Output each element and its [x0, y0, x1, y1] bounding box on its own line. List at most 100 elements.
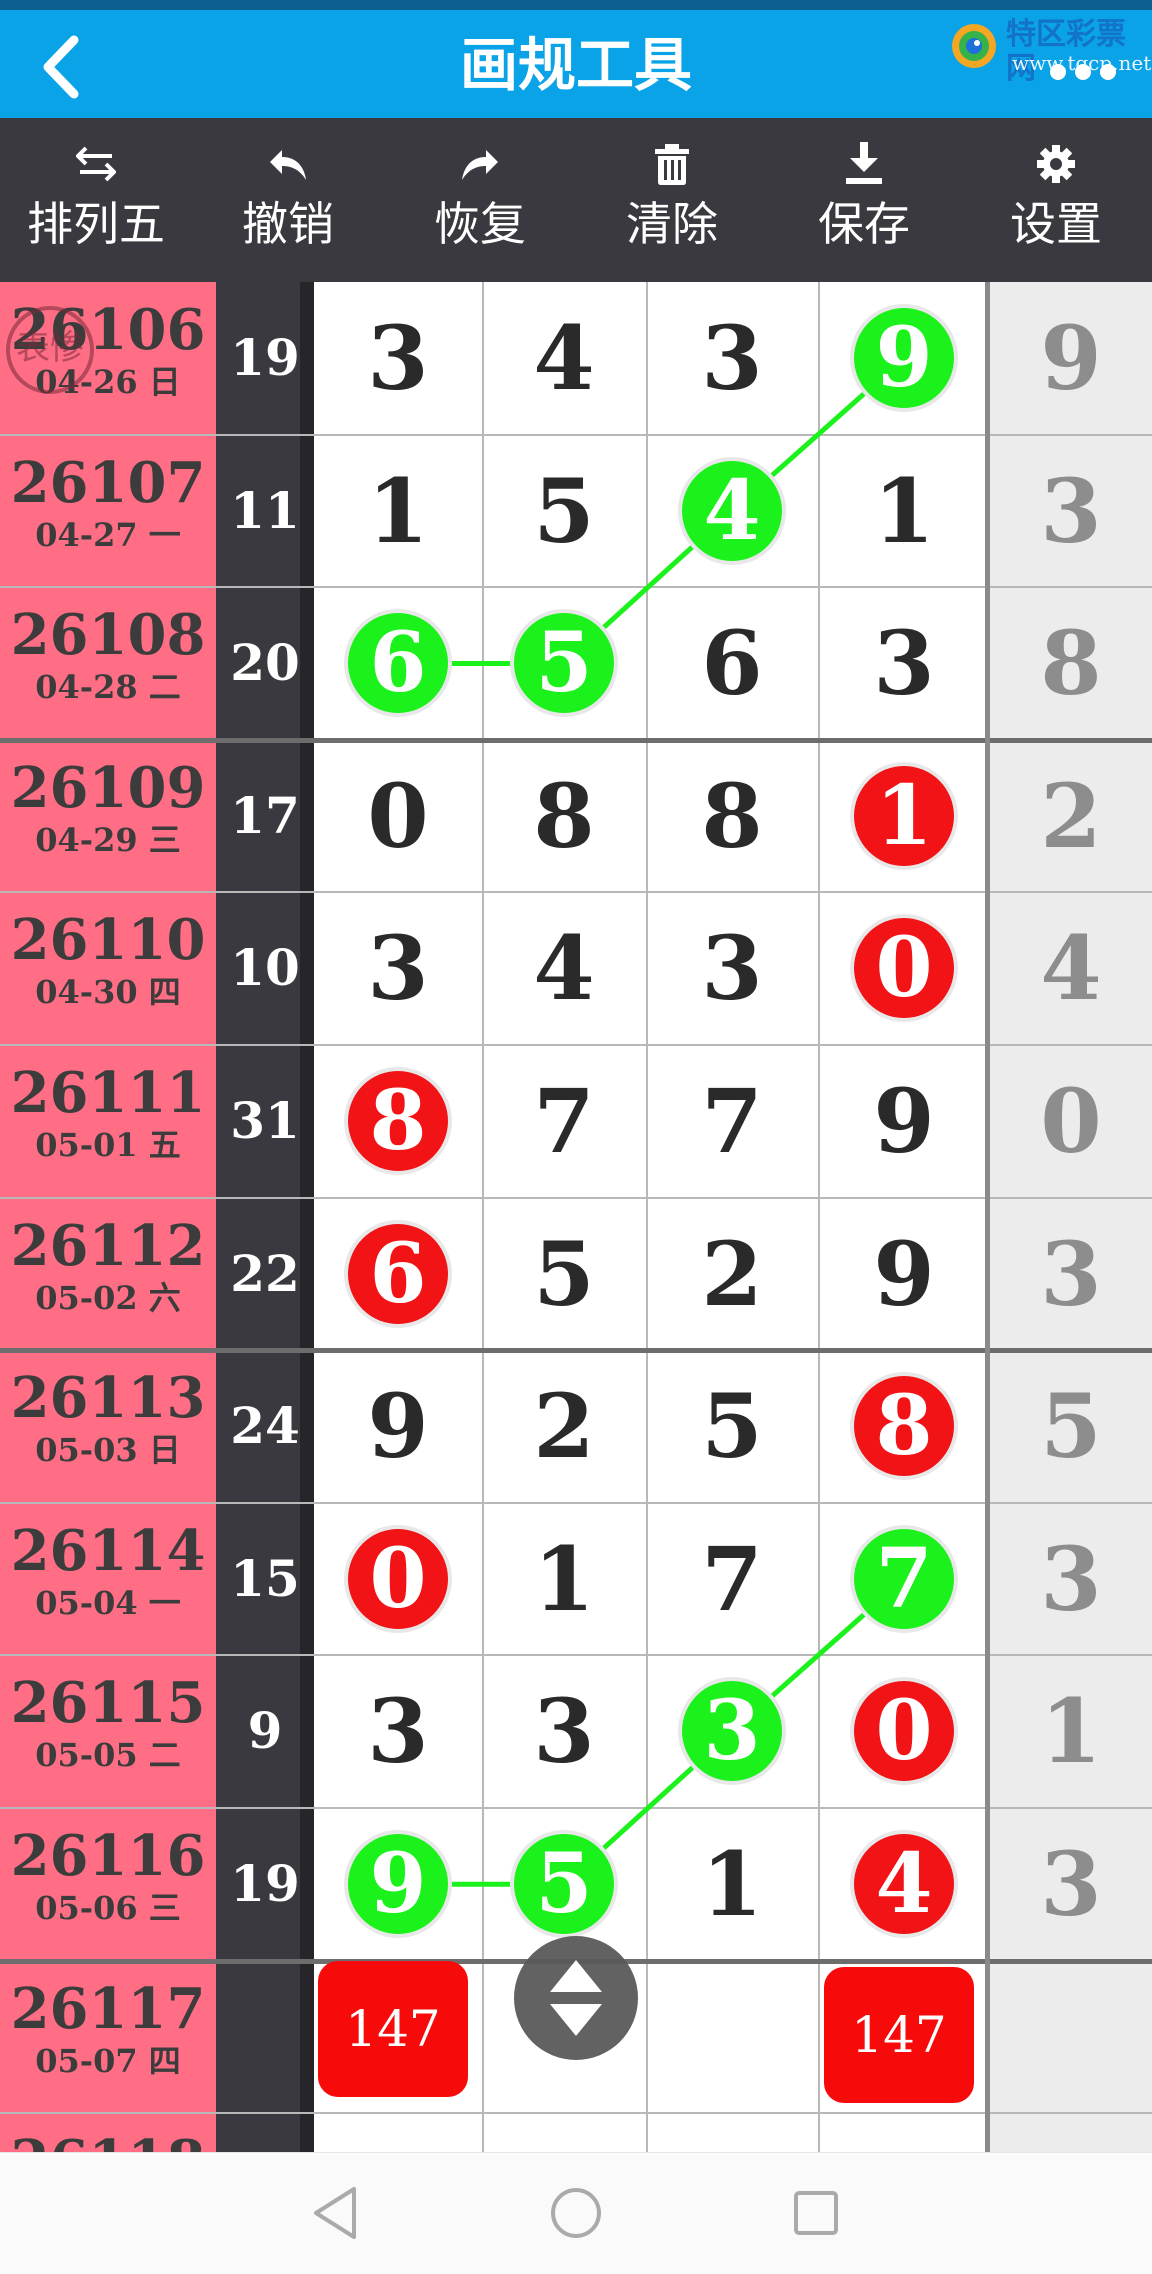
digit-cell[interactable]: [818, 2113, 990, 2152]
digit-value: 7: [533, 1069, 595, 1173]
redo-button[interactable]: 恢复: [384, 118, 576, 282]
digit-cell[interactable]: 1: [818, 435, 990, 587]
digit-cell[interactable]: 6: [314, 1198, 482, 1350]
digit-cell[interactable]: 6: [646, 587, 818, 739]
digit-value: 8: [533, 764, 595, 868]
digit-value: 1: [533, 1527, 595, 1631]
toolbar: 排列五 撤销 恢复 清除 保存 设置: [0, 118, 1152, 282]
digit-cell[interactable]: 6: [314, 587, 482, 739]
digit-cell[interactable]: 4: [818, 1808, 990, 1960]
nav-back-button[interactable]: [304, 2181, 368, 2245]
digit-cell[interactable]: 2: [990, 740, 1152, 892]
digit-cell[interactable]: 9: [818, 282, 990, 434]
digit-cell[interactable]: 3: [646, 1655, 818, 1807]
digit-cell[interactable]: [482, 2113, 646, 2152]
clear-button[interactable]: 清除: [576, 118, 768, 282]
digit-cell[interactable]: 4: [482, 282, 646, 434]
prediction-tag[interactable]: 147: [318, 1961, 468, 2097]
issue-number: 26109: [10, 755, 206, 821]
digit-cell[interactable]: 0: [314, 1503, 482, 1655]
digit-value: 3: [533, 1679, 595, 1783]
digit-sum: 15: [230, 1549, 300, 1608]
digit-cell[interactable]: 7: [646, 1503, 818, 1655]
digit-cell[interactable]: 3: [818, 587, 990, 739]
digit-cell[interactable]: 0: [818, 892, 990, 1044]
digit-cell[interactable]: 5: [482, 435, 646, 587]
digit-cell[interactable]: 3: [482, 1655, 646, 1807]
undo-button[interactable]: 撤销: [192, 118, 384, 282]
digit-cell[interactable]: 3: [990, 1808, 1152, 1960]
digit-cell[interactable]: 0: [314, 740, 482, 892]
digit-cell[interactable]: 1: [990, 1655, 1152, 1807]
digit-sum: 20: [230, 633, 300, 692]
digit-cell[interactable]: 3: [314, 1655, 482, 1807]
digit-cell[interactable]: 0: [990, 1045, 1152, 1197]
digit-cell[interactable]: 7: [818, 1503, 990, 1655]
digit-cell[interactable]: 3: [646, 892, 818, 1044]
digit-cell[interactable]: 1: [646, 1808, 818, 1960]
more-button[interactable]: [1048, 60, 1118, 84]
digit-cell[interactable]: 1: [482, 1503, 646, 1655]
digit-cell[interactable]: 7: [482, 1045, 646, 1197]
digit-cell[interactable]: 9: [990, 282, 1152, 434]
digit-value: 9: [873, 1222, 935, 1326]
digit-cell[interactable]: 9: [818, 1198, 990, 1350]
digit-cell[interactable]: 5: [646, 1350, 818, 1502]
digit-cell[interactable]: 7: [646, 1045, 818, 1197]
issue-number: 26118: [0, 2131, 216, 2152]
digit-value: 3: [1040, 459, 1102, 563]
settings-button[interactable]: 设置: [960, 118, 1152, 282]
draw-grid[interactable]: 26106 04-26 日 19 3 4 3 9 9 26107 04-27 一 11 1 5 4 1 3 26…: [0, 282, 1152, 2152]
green-ball: 6: [348, 613, 448, 713]
digit-cell[interactable]: 0: [818, 1655, 990, 1807]
issue-number: 26114: [10, 1518, 206, 1584]
digit-cell[interactable]: [990, 1961, 1152, 2113]
tool-label: 恢复: [434, 197, 526, 251]
digit-cell[interactable]: 5: [482, 587, 646, 739]
issue-number: 26107: [10, 450, 206, 516]
digit-cell[interactable]: 4: [990, 892, 1152, 1044]
nav-recents-button[interactable]: [784, 2181, 848, 2245]
scroll-toggle-button[interactable]: [514, 1936, 638, 2060]
digit-cell[interactable]: 4: [646, 435, 818, 587]
save-button[interactable]: 保存: [768, 118, 960, 282]
digit-cell[interactable]: 8: [646, 740, 818, 892]
digit-cell[interactable]: [646, 1961, 818, 2113]
digit-cell[interactable]: 4: [482, 892, 646, 1044]
digit-cell[interactable]: 3: [314, 282, 482, 434]
digit-cell[interactable]: 8: [990, 587, 1152, 739]
triangle-back-icon: [314, 2187, 356, 2239]
digit-cell[interactable]: 5: [990, 1350, 1152, 1502]
digit-cell[interactable]: 1: [314, 435, 482, 587]
digit-cell[interactable]: 3: [646, 282, 818, 434]
digit-cell[interactable]: 2: [482, 1350, 646, 1502]
digit-value: 5: [533, 1222, 595, 1326]
lottery-switch-button[interactable]: 排列五: [0, 118, 192, 282]
digit-cell[interactable]: [646, 2113, 818, 2152]
digit-cell[interactable]: 8: [482, 740, 646, 892]
digit-cell[interactable]: 9: [314, 1350, 482, 1502]
status-strip: [0, 0, 1152, 10]
red-ball: 8: [854, 1376, 954, 1476]
green-ball: 5: [514, 1834, 614, 1934]
digit-cell[interactable]: [314, 2113, 482, 2152]
digit-cell[interactable]: 1: [818, 740, 990, 892]
digit-value: 2: [533, 1374, 595, 1478]
digit-cell[interactable]: 3: [990, 435, 1152, 587]
nav-home-button[interactable]: [544, 2181, 608, 2245]
draw-row: 26114 05-04 一 15 0 1 7 7 3: [0, 1503, 1152, 1655]
digit-cell[interactable]: 3: [990, 1198, 1152, 1350]
digit-value: 3: [701, 916, 763, 1020]
digit-cell[interactable]: 9: [314, 1808, 482, 1960]
digit-cell[interactable]: 5: [482, 1198, 646, 1350]
prediction-tag[interactable]: 147: [824, 1967, 974, 2103]
digit-cell[interactable]: 8: [818, 1350, 990, 1502]
digit-cell[interactable]: 3: [990, 1503, 1152, 1655]
digit-cell[interactable]: 9: [818, 1045, 990, 1197]
digit-cell[interactable]: 2: [646, 1198, 818, 1350]
red-ball: 0: [854, 1681, 954, 1781]
digit-cell[interactable]: [990, 2113, 1152, 2152]
digit-cell[interactable]: 3: [314, 892, 482, 1044]
digit-cell[interactable]: 8: [314, 1045, 482, 1197]
digit-value: 2: [701, 1222, 763, 1326]
